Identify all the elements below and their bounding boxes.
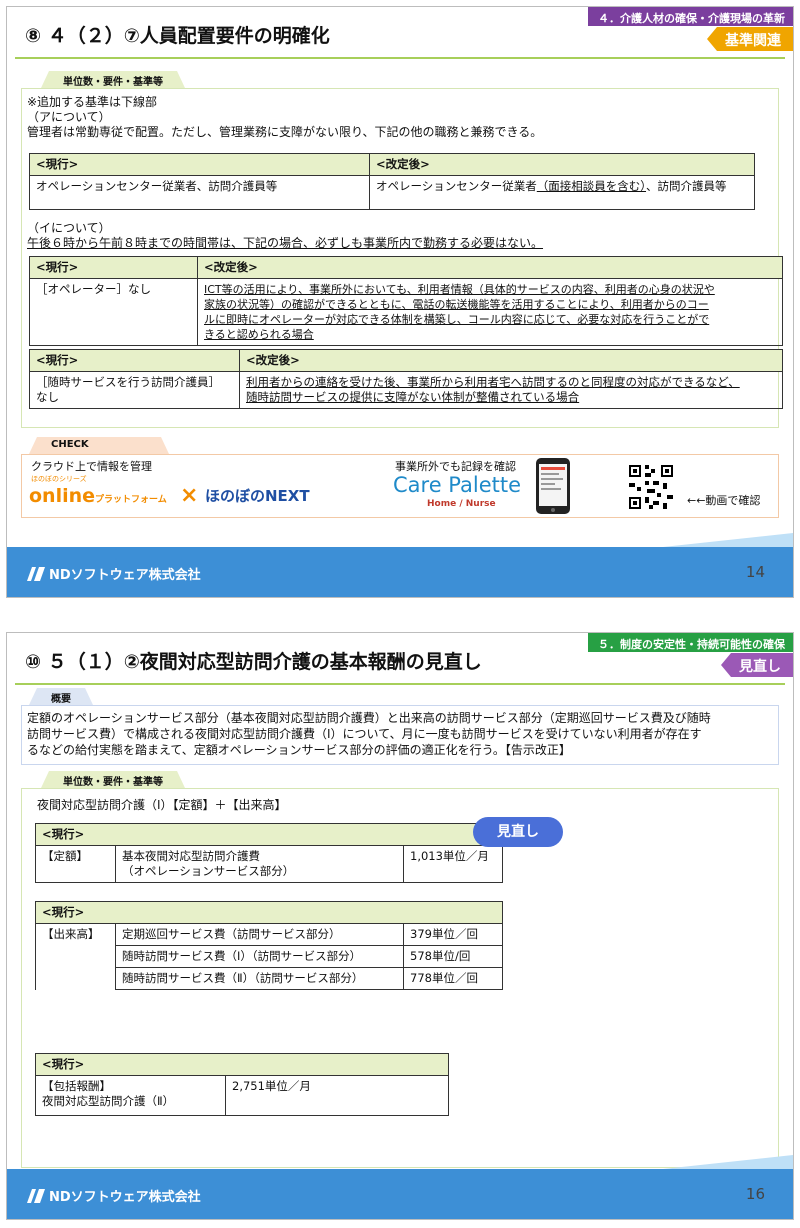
category-badge: 基準関連 [707, 27, 793, 51]
table-a-header-current: <現行> [29, 153, 370, 176]
table-row-value: 578単位/回 [403, 945, 503, 968]
table-a-revised: オペレーションセンター従業者（面接相談員を含む）、訪問介護員等 [369, 175, 755, 210]
page-number: 14 [745, 563, 765, 581]
online-logo[interactable]: onlineプラットフォーム [29, 485, 167, 511]
cloud-text: クラウド上で情報を管理 [31, 460, 152, 473]
table-row-value: 379単位／回 [403, 923, 503, 946]
page-title: ⑩ ５（１）②夜間対応型訪問介護の基本報酬の見直し [25, 651, 482, 673]
footer-accent [663, 533, 793, 547]
revision-bubble: 見直し [473, 817, 563, 847]
title-underline [15, 57, 785, 59]
table-fixed: <現行> 【定額】 基本夜間対応型訪問介護費 （オペレーションサービス部分） 1… [35, 823, 503, 883]
fixed-item: 基本夜間対応型訪問介護費 （オペレーションサービス部分） [115, 845, 404, 883]
fixed-label: 【定額】 [35, 845, 116, 883]
table-variable: <現行> 【出来高】 定期巡回サービス費（訪問サービス部分） 379単位／回 随… [35, 901, 503, 990]
a-text: 管理者は常勤専従で配置。ただし、管理業務に支障がない限り、下記の他の職務と兼務で… [27, 125, 543, 139]
qr-code-icon[interactable] [627, 463, 675, 511]
series-text: ほのぼのシリーズ [31, 475, 87, 483]
table-variable-header: <現行> [35, 901, 503, 924]
note-text: ※追加する基準は下線部 [27, 95, 158, 109]
table-bundled-header: <現行> [35, 1053, 449, 1076]
a-heading: （アについて） [27, 110, 111, 124]
table-fixed-header: <現行> [35, 823, 503, 846]
table-a-current: オペレーションセンター従業者、訪問介護員等 [29, 175, 370, 210]
company-name: NDソフトウェア株式会社 [49, 568, 201, 583]
care-palette-logo[interactable]: Care Palette [393, 473, 521, 497]
table-b-current: ［オペレーター］なし [29, 278, 198, 346]
title-underline [15, 683, 785, 685]
nd-logo-icon [27, 566, 45, 581]
check-label: CHECK [29, 437, 169, 454]
table-c-header-current: <現行> [29, 349, 240, 372]
table-row: 随時訪問サービス費（Ⅰ）（訪問サービス部分） [115, 945, 404, 968]
bundled-value: 2,751単位／月 [225, 1075, 449, 1116]
smartphone-icon [536, 458, 570, 514]
slide-page-16: ５．制度の安定性・持続可能性の確保 見直し ⑩ ５（１）②夜間対応型訪問介護の基… [6, 632, 794, 1220]
nd-logo-icon [27, 1188, 45, 1203]
table-c: <現行> <改定後> ［随時サービスを行う訪問介護員］ なし 利用者からの連絡を… [29, 349, 783, 409]
table-row-value: 778単位／回 [403, 967, 503, 990]
section-label: 単位数・要件・基準等 [41, 71, 185, 88]
home-nurse-label: Home / Nurse [427, 499, 496, 509]
page-title: ⑧ ４（２）⑦人員配置要件の明確化 [25, 25, 330, 47]
section-label: 単位数・要件・基準等 [41, 771, 185, 788]
added-text: （面接相談員を含む） [536, 179, 647, 193]
i-heading: （イについて） [27, 221, 111, 235]
table-c-current: ［随時サービスを行う訪問介護員］ なし [29, 371, 240, 409]
table-b-revised: ICT等の活用により、事業所外においても、利用者情報（具体的サービスの内容、利用… [197, 278, 783, 346]
company-logo: NDソフトウェア株式会社 [27, 564, 201, 583]
times-icon: × [180, 483, 199, 508]
formula-text: 夜間対応型訪問介護（Ⅰ）【定額】＋【出来高】 [37, 798, 287, 812]
category-badge: 見直し [721, 653, 793, 677]
table-c-revised: 利用者からの連絡を受けた後、事業所から利用者宅へ訪問するのと同程度の対応ができる… [239, 371, 783, 409]
company-logo: NDソフトウェア株式会社 [27, 1186, 201, 1205]
table-a: <現行> <改定後> オペレーションセンター従業者、訪問介護員等 オペレーション… [29, 153, 755, 210]
company-name: NDソフトウェア株式会社 [49, 1190, 201, 1205]
category-label: ５．制度の安定性・持続可能性の確保 [588, 633, 793, 652]
variable-label: 【出来高】 [35, 923, 116, 990]
category-label: ４．介護人材の確保・介護現場の革新 [588, 7, 793, 26]
record-text: 事業所外でも記録を確認 [395, 460, 516, 473]
overview-label: 概要 [29, 688, 93, 705]
bundled-label: 【包括報酬】 夜間対応型訪問介護（Ⅱ） [35, 1075, 226, 1116]
table-c-header-revised: <改定後> [239, 349, 783, 372]
table-row: 定期巡回サービス費（訪問サービス部分） [115, 923, 404, 946]
table-b-header-current: <現行> [29, 256, 198, 279]
page-number: 16 [745, 1185, 765, 1203]
table-a-header-revised: <改定後> [369, 153, 755, 176]
i-text: 午後６時から午前８時までの時間帯は、下記の場合、必ずしも事業所内で勤務する必要は… [27, 236, 544, 250]
honobono-next-logo[interactable]: ほのぼのNEXT [205, 489, 310, 504]
fixed-value: 1,013単位／月 [403, 845, 503, 883]
table-bundled: <現行> 【包括報酬】 夜間対応型訪問介護（Ⅱ） 2,751単位／月 [35, 1053, 449, 1116]
table-b: <現行> <改定後> ［オペレーター］なし ICT等の活用により、事業所外におい… [29, 256, 783, 346]
overview-text: 定額のオペレーションサービス部分（基本夜間対応型訪問介護費）と出来高の訪問サービ… [27, 711, 711, 757]
table-row: 随時訪問サービス費（Ⅱ）（訪問サービス部分） [115, 967, 404, 990]
table-b-header-revised: <改定後> [197, 256, 783, 279]
video-link[interactable]: ←←動画で確認 [687, 493, 760, 508]
slide-page-14: ４．介護人材の確保・介護現場の革新 基準関連 ⑧ ４（２）⑦人員配置要件の明確化… [6, 6, 794, 598]
